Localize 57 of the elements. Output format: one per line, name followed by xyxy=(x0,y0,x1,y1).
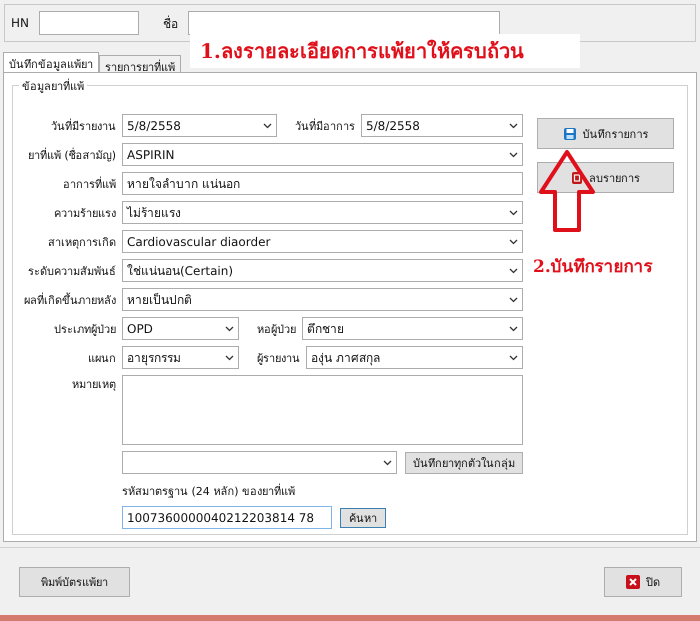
hn-field[interactable] xyxy=(39,11,139,35)
dropdown[interactable]: 5/8/2558 xyxy=(122,114,277,137)
save-group-button[interactable]: บันทึกยาทุกตัวในกลุ่ม xyxy=(405,452,523,474)
name-label: ชื่อ xyxy=(163,14,178,32)
dropdown[interactable]: ใช่แน่นอน(Certain) xyxy=(122,259,523,282)
code-field[interactable]: 1007360000040212203814 78 xyxy=(122,506,332,529)
field-label: วันที่มีรายงาน xyxy=(50,118,116,134)
tab[interactable]: บันทึกข้อมูลแพ้ยา xyxy=(3,52,99,72)
caret-icon xyxy=(225,354,234,360)
dropdown[interactable]: อายุรกรรม xyxy=(122,346,239,369)
field-label: ประเภทผู้ป่วย xyxy=(53,322,116,338)
caret-icon xyxy=(509,238,518,244)
group-title: ข้อมูลยาที่แพ้ xyxy=(19,77,87,95)
input-field[interactable]: หายใจลำบาก แน่นอก xyxy=(122,172,523,195)
code-label: รหัสมาตรฐาน (24 หลัก) ของยาที่แพ้ xyxy=(122,482,296,500)
caret-icon xyxy=(509,354,518,360)
field-label: สาเหตุการเกิด xyxy=(47,234,116,250)
print-button[interactable]: พิมพ์บัตรแพ้ยา xyxy=(19,566,130,596)
field-label: หอผู้ป่วย xyxy=(256,322,296,338)
field-label: ยาที่แพ้ (ชื่อสามัญ) xyxy=(26,146,116,164)
tab[interactable]: รายการยาที่แพ้ xyxy=(99,55,181,72)
field-label: ผู้รายงาน xyxy=(256,350,300,366)
dropdown[interactable]: OPD xyxy=(122,317,239,340)
field-label: หมายเหตุ xyxy=(71,377,116,393)
field-label: ความร้ายแรง xyxy=(53,206,116,222)
close-icon xyxy=(626,574,640,588)
caret-icon xyxy=(509,122,518,128)
hn-label: HN xyxy=(11,16,29,30)
instruction-note: 1.ลงรายละเอียดการแพ้ยาให้ครบถ้วน xyxy=(190,34,580,68)
dropdown[interactable]: ASPIRIN xyxy=(122,143,523,166)
dropdown[interactable]: หายเป็นปกติ xyxy=(122,288,523,311)
dropdown[interactable]: ไม่ร้ายแรง xyxy=(122,201,523,224)
dropdown[interactable]: ตึกชาย xyxy=(302,317,523,340)
close-button[interactable]: ปิด xyxy=(604,566,682,596)
dropdown[interactable] xyxy=(122,451,397,474)
caret-icon xyxy=(509,210,518,216)
caret-icon xyxy=(225,326,234,332)
field-label: ระดับความสัมพันธ์ xyxy=(27,264,116,280)
save-button[interactable]: บันทึกรายการ xyxy=(537,118,674,149)
dropdown[interactable]: Cardiovascular diaorder xyxy=(122,230,523,253)
remarks-field[interactable] xyxy=(122,375,523,445)
dropdown[interactable]: องุ่น ภาศสกุล xyxy=(306,346,523,369)
save-icon xyxy=(562,126,576,140)
name-field[interactable] xyxy=(188,11,500,35)
dropdown[interactable]: 5/8/2558 xyxy=(361,114,523,137)
caret-icon xyxy=(263,122,272,128)
caret-icon xyxy=(383,460,392,466)
delete-button[interactable]: ลบรายการ xyxy=(537,162,674,193)
field-label: วันที่มีอาการ xyxy=(294,118,355,134)
field-label: อาการที่แพ้ xyxy=(62,176,116,192)
caret-icon xyxy=(509,152,518,158)
caret-icon xyxy=(509,268,518,274)
field-label: แผนก xyxy=(87,350,116,366)
caret-icon xyxy=(509,326,518,332)
search-button[interactable]: ค้นหา xyxy=(340,508,386,528)
caret-icon xyxy=(509,296,518,302)
field-label: ผลที่เกิดขึ้นภายหลัง xyxy=(23,292,116,308)
